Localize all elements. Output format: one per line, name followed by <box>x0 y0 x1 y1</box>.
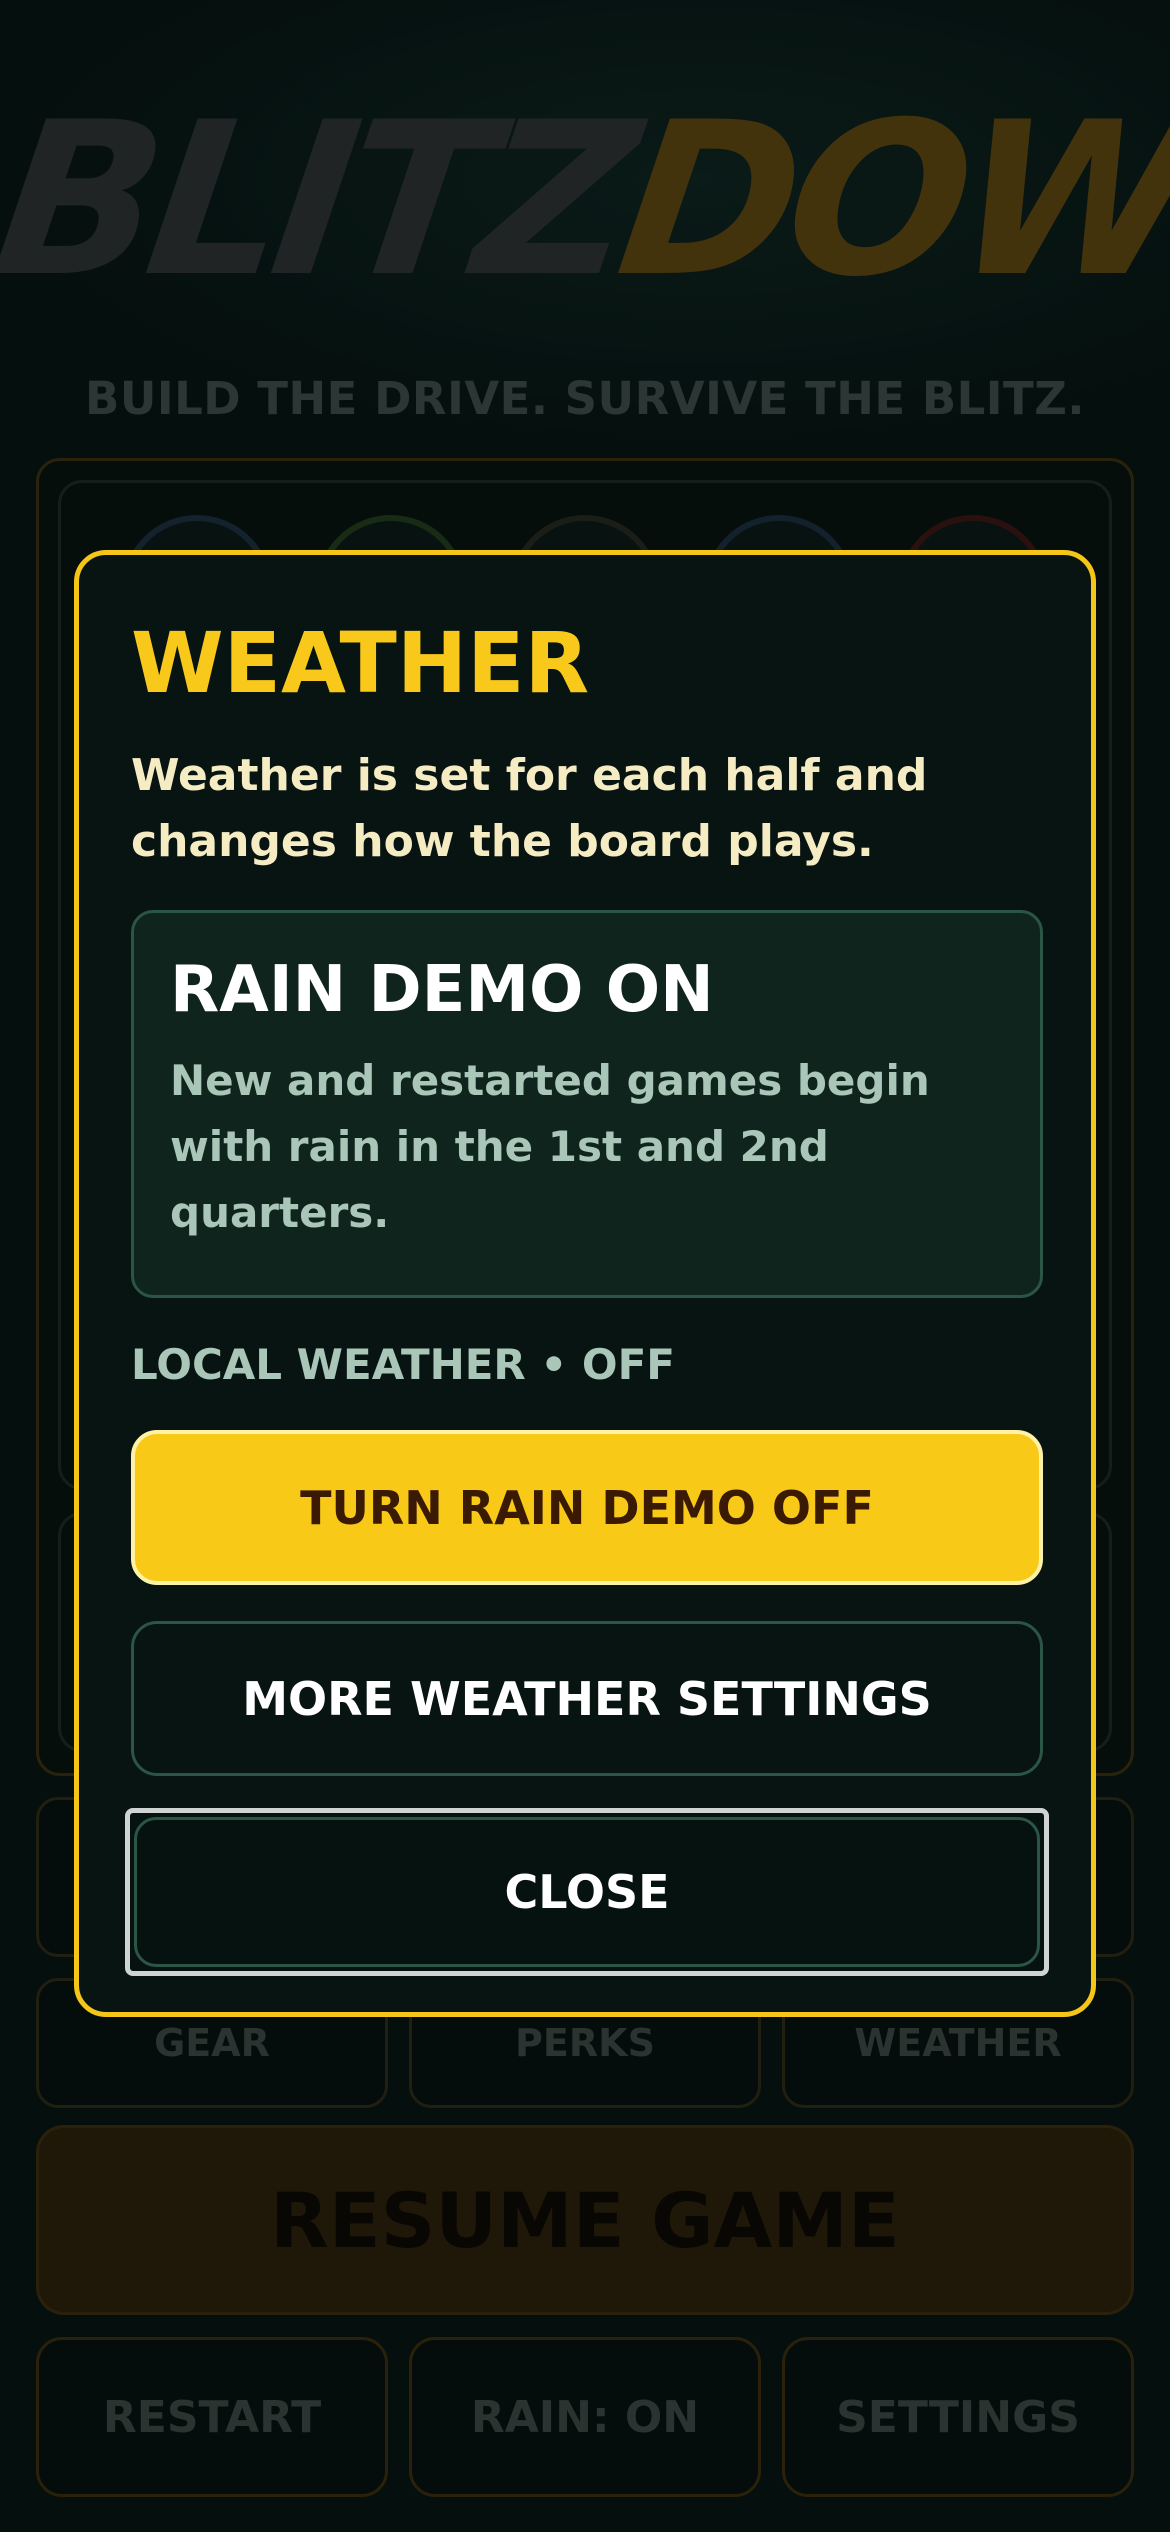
more-weather-settings-label: MORE WEATHER SETTINGS <box>242 1671 932 1726</box>
rain-demo-title: RAIN DEMO ON <box>170 953 714 1027</box>
close-button[interactable]: CLOSE <box>125 1808 1049 1976</box>
more-weather-settings-button[interactable]: MORE WEATHER SETTINGS <box>131 1621 1043 1776</box>
turn-rain-demo-off-button[interactable]: TURN RAIN DEMO OFF <box>131 1430 1043 1585</box>
modal-title: WEATHER <box>131 614 590 712</box>
app-screen: BLITZDOWN BUILD THE DRIVE. SURVIVE THE B… <box>0 0 1170 2532</box>
weather-modal: WEATHER Weather is set for each half and… <box>74 550 1096 2017</box>
rain-demo-description: New and restarted games begin with rain … <box>170 1056 930 1237</box>
local-weather-status: LOCAL WEATHER • OFF <box>131 1340 675 1389</box>
close-label: CLOSE <box>504 1865 670 1919</box>
turn-rain-demo-off-label: TURN RAIN DEMO OFF <box>300 1480 874 1535</box>
modal-description: Weather is set for each half and changes… <box>131 750 928 867</box>
rain-demo-card: RAIN DEMO ON New and restarted games beg… <box>131 910 1043 1298</box>
